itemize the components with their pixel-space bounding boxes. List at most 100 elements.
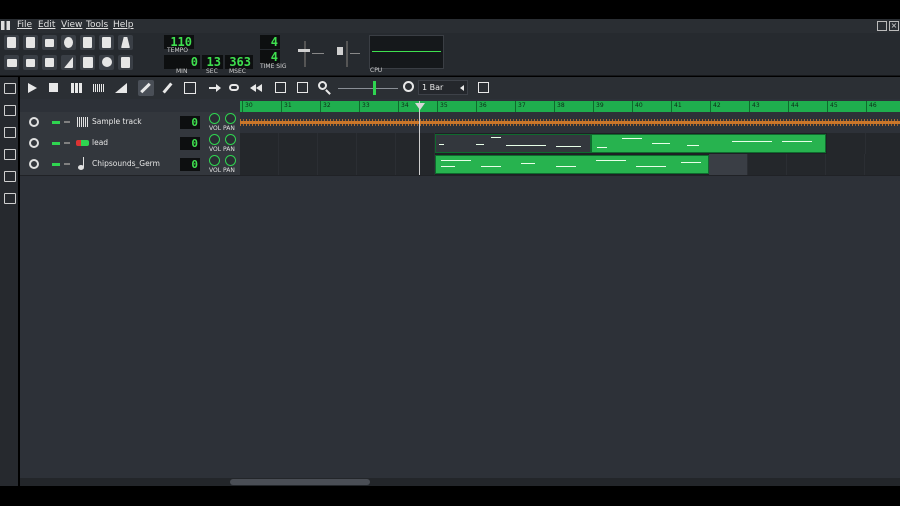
track-name[interactable]: Sample track [92, 117, 142, 126]
auto-scroll-button[interactable] [206, 80, 222, 96]
pattern-clip[interactable] [591, 134, 826, 153]
stop-behaviour-button[interactable] [249, 80, 265, 96]
insert-bar-button[interactable] [273, 80, 289, 96]
bar-cell [240, 154, 279, 175]
track-value[interactable]: 0 [180, 137, 200, 150]
timeline-tick [749, 101, 750, 112]
master-volume-line [312, 53, 324, 54]
pan-knob[interactable] [225, 113, 236, 124]
bar-cell [709, 154, 748, 175]
timesig-numerator[interactable]: 4 [260, 35, 280, 49]
playhead-marker[interactable] [415, 103, 425, 110]
timeline-tick [632, 101, 633, 112]
track-value[interactable]: 0 [180, 158, 200, 171]
volume-knob[interactable] [209, 113, 220, 124]
horizontal-scrollbar[interactable] [20, 478, 900, 486]
draw-mode-button[interactable] [138, 80, 154, 96]
tempo-label: TEMPO [167, 47, 188, 54]
new-project-button[interactable] [4, 35, 19, 50]
controller-rack-button[interactable] [99, 55, 114, 70]
my-projects-icon[interactable] [4, 105, 16, 116]
milliseconds-label: MSEC [229, 68, 246, 75]
cpu-label: CPU [370, 67, 383, 74]
oscilloscope[interactable] [369, 35, 444, 69]
snap-dropdown[interactable]: 1 Bar [418, 80, 468, 95]
master-volume-handle[interactable] [298, 49, 310, 52]
recent-projects-button[interactable] [61, 35, 76, 50]
menu-help[interactable]: Help [113, 20, 134, 30]
add-automation-track-icon[interactable] [113, 80, 129, 96]
menu-file[interactable]: File [17, 20, 32, 30]
pattern-clip[interactable] [435, 155, 709, 174]
pattern-editor-button[interactable] [23, 55, 38, 70]
track-value[interactable]: 0 [180, 116, 200, 129]
new-from-template-button[interactable] [23, 35, 38, 50]
pattern-clip[interactable] [435, 134, 591, 153]
solo-toggle[interactable] [64, 142, 70, 144]
proportional-snap-button[interactable] [476, 80, 492, 96]
master-volume-slider[interactable] [304, 41, 306, 67]
close-icon[interactable]: × [889, 21, 899, 31]
track-name[interactable]: Chipsounds_Germ [92, 159, 160, 168]
save-button[interactable] [80, 35, 95, 50]
add-beat-track-icon[interactable] [69, 80, 85, 96]
pan-knob[interactable] [225, 134, 236, 145]
play-button[interactable] [24, 80, 40, 96]
metronome-button[interactable] [118, 35, 133, 50]
solo-toggle[interactable] [64, 121, 70, 123]
export-button[interactable] [99, 35, 114, 50]
menu-edit[interactable]: Edit [38, 20, 55, 30]
automation-editor-button[interactable] [61, 55, 76, 70]
pan-knob[interactable] [225, 155, 236, 166]
gear-icon[interactable] [29, 117, 39, 127]
menu-view[interactable]: View [61, 20, 82, 30]
track-lane[interactable] [240, 133, 900, 154]
master-pitch-slider[interactable] [346, 41, 348, 67]
computer-icon[interactable] [4, 193, 16, 204]
piano-roll-button[interactable] [42, 55, 57, 70]
timeline[interactable]: 30 31 32 33 34 35 36 37 38 39 40 41 42 43 44 45 46 [240, 101, 900, 112]
note [556, 146, 581, 147]
restore-icon[interactable] [877, 21, 887, 31]
mute-toggle[interactable] [52, 121, 60, 124]
track-row-lead: lead 0 VOL PAN [20, 133, 900, 155]
knife-mode-button[interactable] [160, 80, 176, 96]
gear-icon[interactable] [29, 138, 39, 148]
loop-points-button[interactable] [227, 80, 243, 96]
gear-icon[interactable] [29, 159, 39, 169]
volume-knob[interactable] [209, 134, 220, 145]
app-icon[interactable] [1, 21, 10, 30]
mixer-button[interactable] [80, 55, 95, 70]
add-sample-track-icon[interactable] [91, 80, 107, 96]
master-pitch-line [350, 53, 360, 54]
milliseconds-display: 363 [225, 55, 253, 69]
instrument-plugins-icon[interactable] [4, 83, 16, 94]
remove-bar-button[interactable] [295, 80, 311, 96]
open-project-button[interactable] [42, 35, 57, 50]
song-editor-button[interactable] [4, 55, 19, 70]
mute-toggle[interactable] [52, 163, 60, 166]
project-notes-button[interactable] [118, 55, 133, 70]
track-lane[interactable] [240, 112, 900, 133]
my-samples-icon[interactable] [4, 127, 16, 138]
volume-knob[interactable] [209, 155, 220, 166]
playhead[interactable] [419, 101, 420, 175]
stop-button[interactable] [46, 80, 62, 96]
side-bar [0, 77, 18, 486]
track-name[interactable]: lead [92, 138, 108, 147]
solo-toggle[interactable] [64, 163, 70, 165]
timeline-tick [710, 101, 711, 112]
my-home-icon[interactable] [4, 171, 16, 182]
mute-toggle[interactable] [52, 142, 60, 145]
track-lane[interactable] [240, 154, 900, 175]
select-mode-button[interactable] [182, 80, 198, 96]
timeline-bar-label: 46 [869, 102, 877, 109]
master-pitch-handle[interactable] [337, 47, 343, 55]
zoom-slider-handle[interactable] [373, 81, 376, 95]
scrollbar-thumb[interactable] [230, 479, 370, 485]
sample-clip[interactable] [240, 114, 900, 131]
menu-tools[interactable]: Tools [86, 20, 108, 30]
timesig-denominator[interactable]: 4 [260, 50, 280, 64]
zoom-slider-track[interactable] [338, 88, 398, 89]
my-presets-icon[interactable] [4, 149, 16, 160]
